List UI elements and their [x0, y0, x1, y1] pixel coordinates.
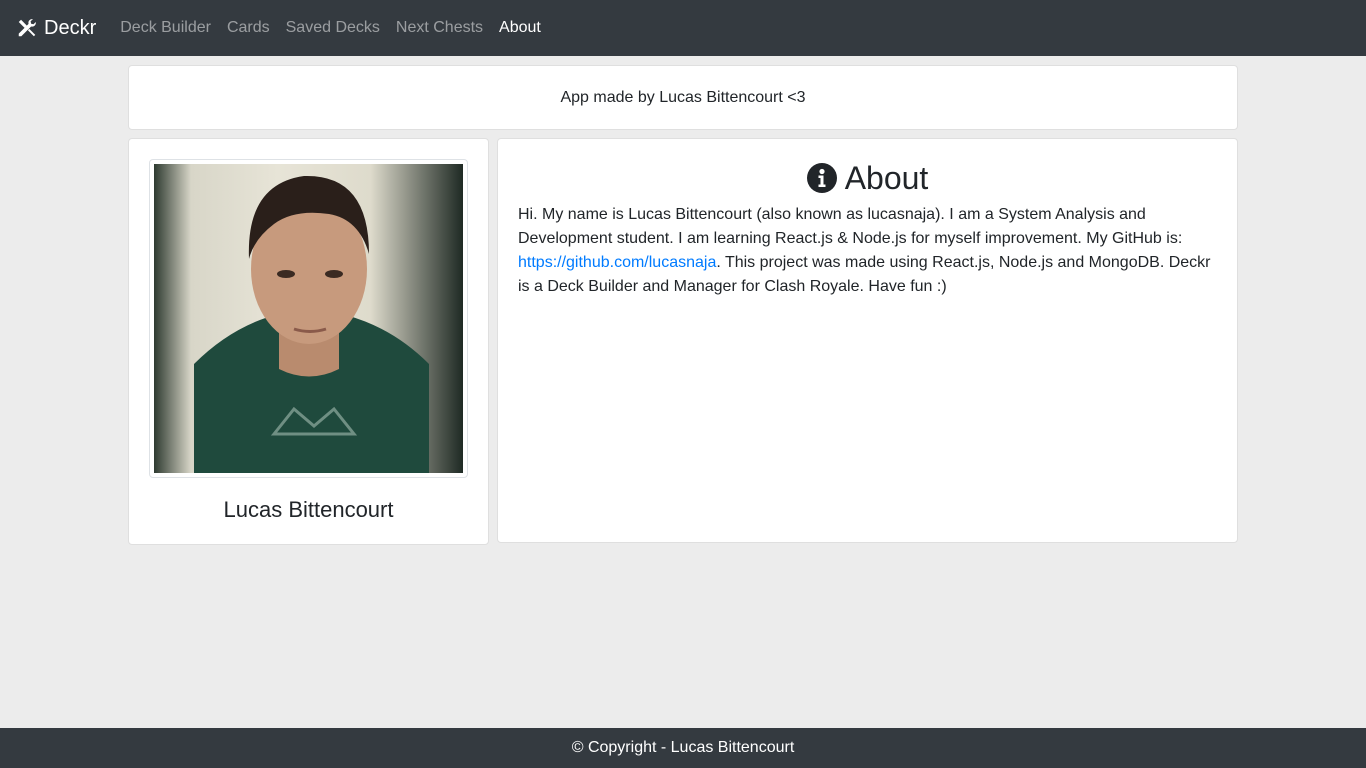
copyright-text: © Copyright - Lucas Bittencourt [571, 739, 795, 756]
about-text-intro: Hi. My name is Lucas Bittencourt (also k… [518, 206, 1183, 247]
nav-next-chests[interactable]: Next Chests [388, 0, 491, 56]
page-footer: © Copyright - Lucas Bittencourt [0, 728, 1366, 768]
tools-icon [18, 19, 36, 37]
info-circle-icon [806, 163, 837, 193]
about-title: About [844, 159, 929, 196]
nav-about[interactable]: About [491, 0, 549, 56]
profile-name: Lucas Bittencourt [223, 497, 394, 522]
credit-banner: App made by Lucas Bittencourt <3 [128, 65, 1238, 130]
about-card: About Hi. My name is Lucas Bittencourt (… [497, 138, 1238, 543]
profile-photo-frame [149, 159, 468, 478]
github-link[interactable]: https://github.com/lucasnaja [518, 254, 716, 271]
nav-cards[interactable]: Cards [219, 0, 278, 56]
nav-deck-builder[interactable]: Deck Builder [112, 0, 219, 56]
about-description: Hi. My name is Lucas Bittencourt (also k… [518, 203, 1217, 299]
profile-card: Lucas Bittencourt [128, 138, 489, 545]
portrait-illustration [194, 175, 429, 473]
top-navbar: Deckr Deck Builder Cards Saved Decks Nex… [0, 0, 1366, 56]
brand-name: Deckr [44, 16, 97, 39]
brand-link[interactable]: Deckr [16, 17, 96, 40]
about-heading: About [518, 159, 1217, 197]
credit-text: App made by Lucas Bittencourt <3 [560, 88, 806, 106]
profile-photo [154, 164, 463, 473]
nav-saved-decks[interactable]: Saved Decks [278, 0, 388, 56]
